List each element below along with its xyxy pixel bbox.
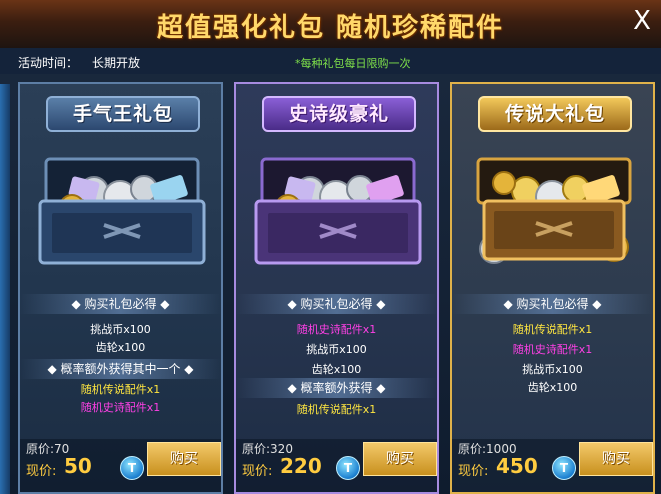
activity-time-label: 活动时间： — [18, 56, 79, 70]
pack-name: 手气王礼包 — [46, 96, 200, 132]
section-chance: ◆ 概率额外获得 ◆ — [236, 378, 437, 398]
reward-item: 随机史诗配件x1 — [296, 323, 377, 336]
reward-item: 随机史诗配件x1 — [80, 401, 161, 414]
purchase-limit-note: *每种礼包每日限购一次 — [295, 57, 411, 70]
activity-time-value: 长期开放 — [92, 56, 141, 70]
chest-icon — [254, 157, 422, 265]
ticket-currency-icon: T — [120, 456, 144, 480]
reward-item: 随机传说配件x1 — [80, 383, 161, 396]
current-price: 450 — [496, 454, 538, 478]
section-guaranteed: ◆ 购买礼包必得 ◆ — [20, 294, 221, 314]
reward-item: 随机传说配件x1 — [512, 323, 593, 336]
reward-item: 齿轮x100 — [95, 341, 146, 354]
pack-card-epic: 史诗级豪礼 ◆ 购买礼包必得 ◆ 随机史诗配件x1 挑战币x100 齿轮x100… — [234, 82, 439, 494]
close-button[interactable]: X — [629, 6, 655, 36]
reward-item: 齿轮x100 — [527, 381, 578, 394]
chest-icon — [476, 157, 632, 264]
current-price-label: 现价: — [458, 464, 489, 479]
current-price-label: 现价: — [26, 464, 57, 479]
section-guaranteed: ◆ 购买礼包必得 ◆ — [236, 294, 437, 314]
buy-button[interactable]: 购买 — [363, 442, 437, 476]
reward-item: 随机史诗配件x1 — [512, 343, 593, 356]
ticket-currency-icon: T — [336, 456, 360, 480]
buy-button[interactable]: 购买 — [147, 442, 221, 476]
pack-card-lucky: 手气王礼包 ◆ 购买礼包必得 ◆ 挑战币x100 齿轮x100 ◆ 概率额外获得… — [18, 82, 223, 494]
ticket-currency-icon: T — [552, 456, 576, 480]
current-price: 50 — [64, 454, 92, 478]
current-price: 220 — [280, 454, 322, 478]
page-title: 超值强化礼包 随机珍稀配件 — [156, 13, 505, 43]
pack-name: 史诗级豪礼 — [262, 96, 416, 132]
window-header: 超值强化礼包 随机珍稀配件 X — [0, 0, 661, 49]
pack-card-legendary: 传说大礼包 ◆ 购买礼包必得 ◆ 随机传说配件x1 随机史诗配件x1 挑战币x1… — [450, 82, 655, 494]
scrollbar[interactable] — [0, 84, 10, 494]
reward-item: 挑战币x100 — [90, 323, 151, 336]
reward-item: 齿轮x100 — [311, 363, 362, 376]
reward-item: 随机传说配件x1 — [296, 403, 377, 416]
current-price-label: 现价: — [242, 464, 273, 479]
pack-name: 传说大礼包 — [478, 96, 632, 132]
section-chance: ◆ 概率额外获得其中一个 ◆ — [20, 359, 221, 379]
reward-item: 挑战币x100 — [306, 343, 367, 356]
buy-button[interactable]: 购买 — [579, 442, 653, 476]
chest-icon — [38, 157, 206, 265]
reward-item: 挑战币x100 — [522, 363, 583, 376]
original-price: 原价:70 — [26, 442, 70, 456]
section-guaranteed: ◆ 购买礼包必得 ◆ — [452, 294, 653, 314]
